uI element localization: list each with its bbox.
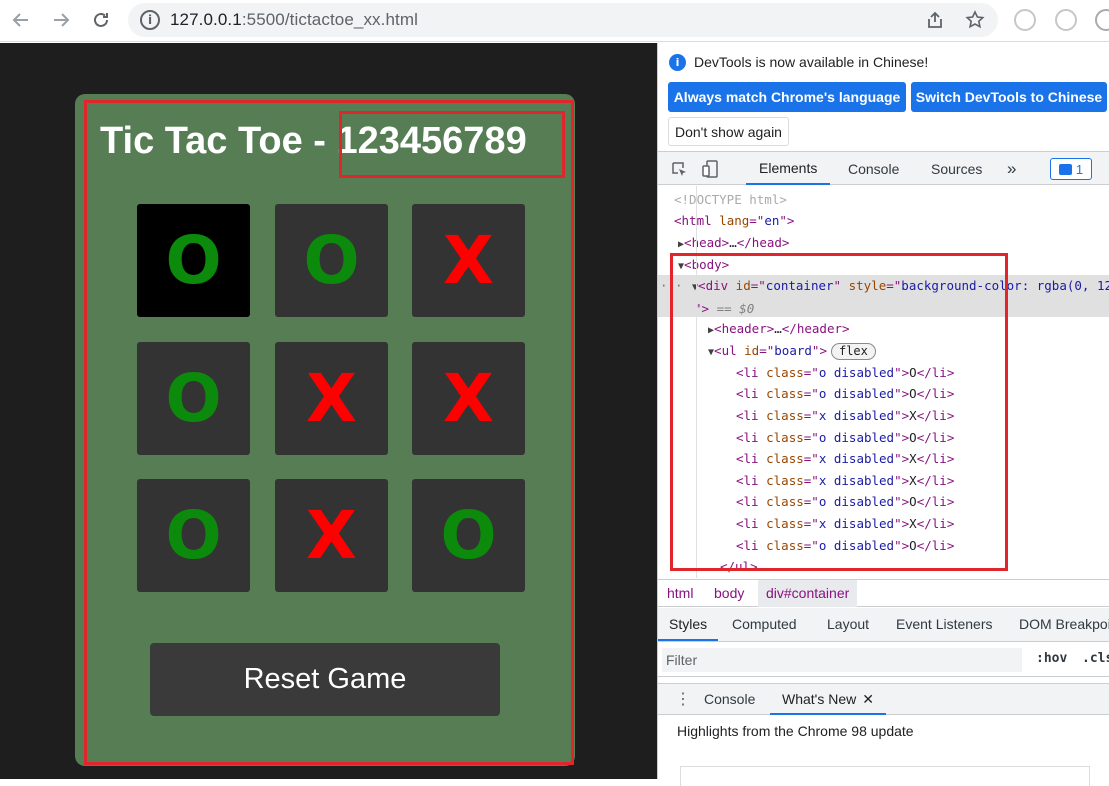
- tab-styles[interactable]: Styles: [658, 608, 719, 641]
- switch-chinese-button[interactable]: Switch DevTools to Chinese: [911, 82, 1107, 112]
- annotation-box-title-id: [339, 111, 565, 178]
- styles-filter-row: :hov .cls: [658, 643, 1109, 677]
- dom-node-html[interactable]: <html lang="en">: [658, 210, 1109, 231]
- breadcrumb: html body div#container: [658, 579, 1109, 607]
- breadcrumb-body[interactable]: body: [714, 580, 744, 607]
- tab-console[interactable]: Console: [848, 152, 899, 185]
- back-button[interactable]: [8, 7, 34, 33]
- extension-icon-2[interactable]: [1055, 9, 1077, 31]
- extension-icon[interactable]: [1014, 9, 1036, 31]
- annotation-box-container: [84, 100, 574, 765]
- language-infobar: i DevTools is now available in Chinese! …: [658, 43, 1109, 151]
- browser-toolbar: i 127.0.0.1:5500/tictactoe_xx.html: [0, 0, 1109, 42]
- drawer-tab-bar: ⋮ Console What's New ✕: [658, 683, 1109, 715]
- page-viewport: Tic Tac Toe - 123456789 O O X O X X O X …: [0, 43, 657, 779]
- devtools-tab-bar: Elements Console Sources » 1: [658, 151, 1109, 185]
- tab-dom-breakpoints[interactable]: DOM Breakpoints: [1019, 608, 1109, 641]
- whats-new-panel: Highlights from the Chrome 98 update: [658, 716, 1109, 786]
- infobar-message: DevTools is now available in Chinese!: [694, 54, 929, 70]
- more-tabs-icon[interactable]: »: [1007, 152, 1016, 185]
- arrow-left-icon: [12, 13, 28, 27]
- share-icon[interactable]: [923, 8, 947, 32]
- dom-node-head[interactable]: ▶<head>…</head>: [658, 232, 1109, 253]
- arrow-right-icon: [54, 13, 70, 27]
- dom-node-doctype[interactable]: <!DOCTYPE html>: [658, 189, 1109, 210]
- hov-toggle[interactable]: :hov: [1036, 651, 1067, 666]
- styles-tab-bar: Styles Computed Layout Event Listeners D…: [658, 608, 1109, 642]
- close-icon[interactable]: ✕: [862, 691, 874, 707]
- tab-event-listeners[interactable]: Event Listeners: [896, 608, 993, 641]
- reload-button[interactable]: [88, 7, 114, 33]
- tab-computed[interactable]: Computed: [732, 608, 797, 641]
- reload-icon: [94, 12, 108, 27]
- cls-toggle[interactable]: .cls: [1082, 651, 1109, 666]
- profile-icon[interactable]: [1095, 9, 1109, 31]
- tab-layout[interactable]: Layout: [827, 608, 869, 641]
- site-info-icon[interactable]: i: [140, 10, 160, 30]
- bookmark-star-icon[interactable]: [963, 8, 987, 32]
- whats-new-card[interactable]: [680, 766, 1090, 786]
- whats-new-heading: Highlights from the Chrome 98 update: [677, 723, 914, 739]
- forward-button[interactable]: [48, 7, 74, 33]
- dont-show-again-button[interactable]: Don't show again: [668, 117, 789, 146]
- match-language-button[interactable]: Always match Chrome's language: [668, 82, 906, 112]
- breadcrumb-html[interactable]: html: [667, 580, 693, 607]
- annotation-box-dom: [670, 253, 1008, 571]
- drawer-tab-console[interactable]: Console: [704, 684, 755, 715]
- drawer-menu-icon[interactable]: ⋮: [675, 684, 691, 715]
- info-icon: i: [669, 54, 686, 71]
- issues-badge[interactable]: 1: [1050, 158, 1092, 180]
- styles-filter-input[interactable]: [662, 648, 1022, 672]
- inspect-element-icon[interactable]: [669, 159, 689, 179]
- url-text: 127.0.0.1:5500/tictactoe_xx.html: [170, 10, 418, 29]
- breadcrumb-container[interactable]: div#container: [758, 580, 858, 607]
- address-bar[interactable]: i 127.0.0.1:5500/tictactoe_xx.html: [128, 3, 998, 37]
- devtools-panel: i DevTools is now available in Chinese! …: [657, 43, 1109, 786]
- tab-elements[interactable]: Elements: [746, 152, 831, 185]
- device-toolbar-icon[interactable]: [701, 159, 721, 179]
- message-icon: [1058, 163, 1072, 175]
- drawer-tab-whats-new[interactable]: What's New ✕: [770, 684, 886, 715]
- tab-sources[interactable]: Sources: [931, 152, 982, 185]
